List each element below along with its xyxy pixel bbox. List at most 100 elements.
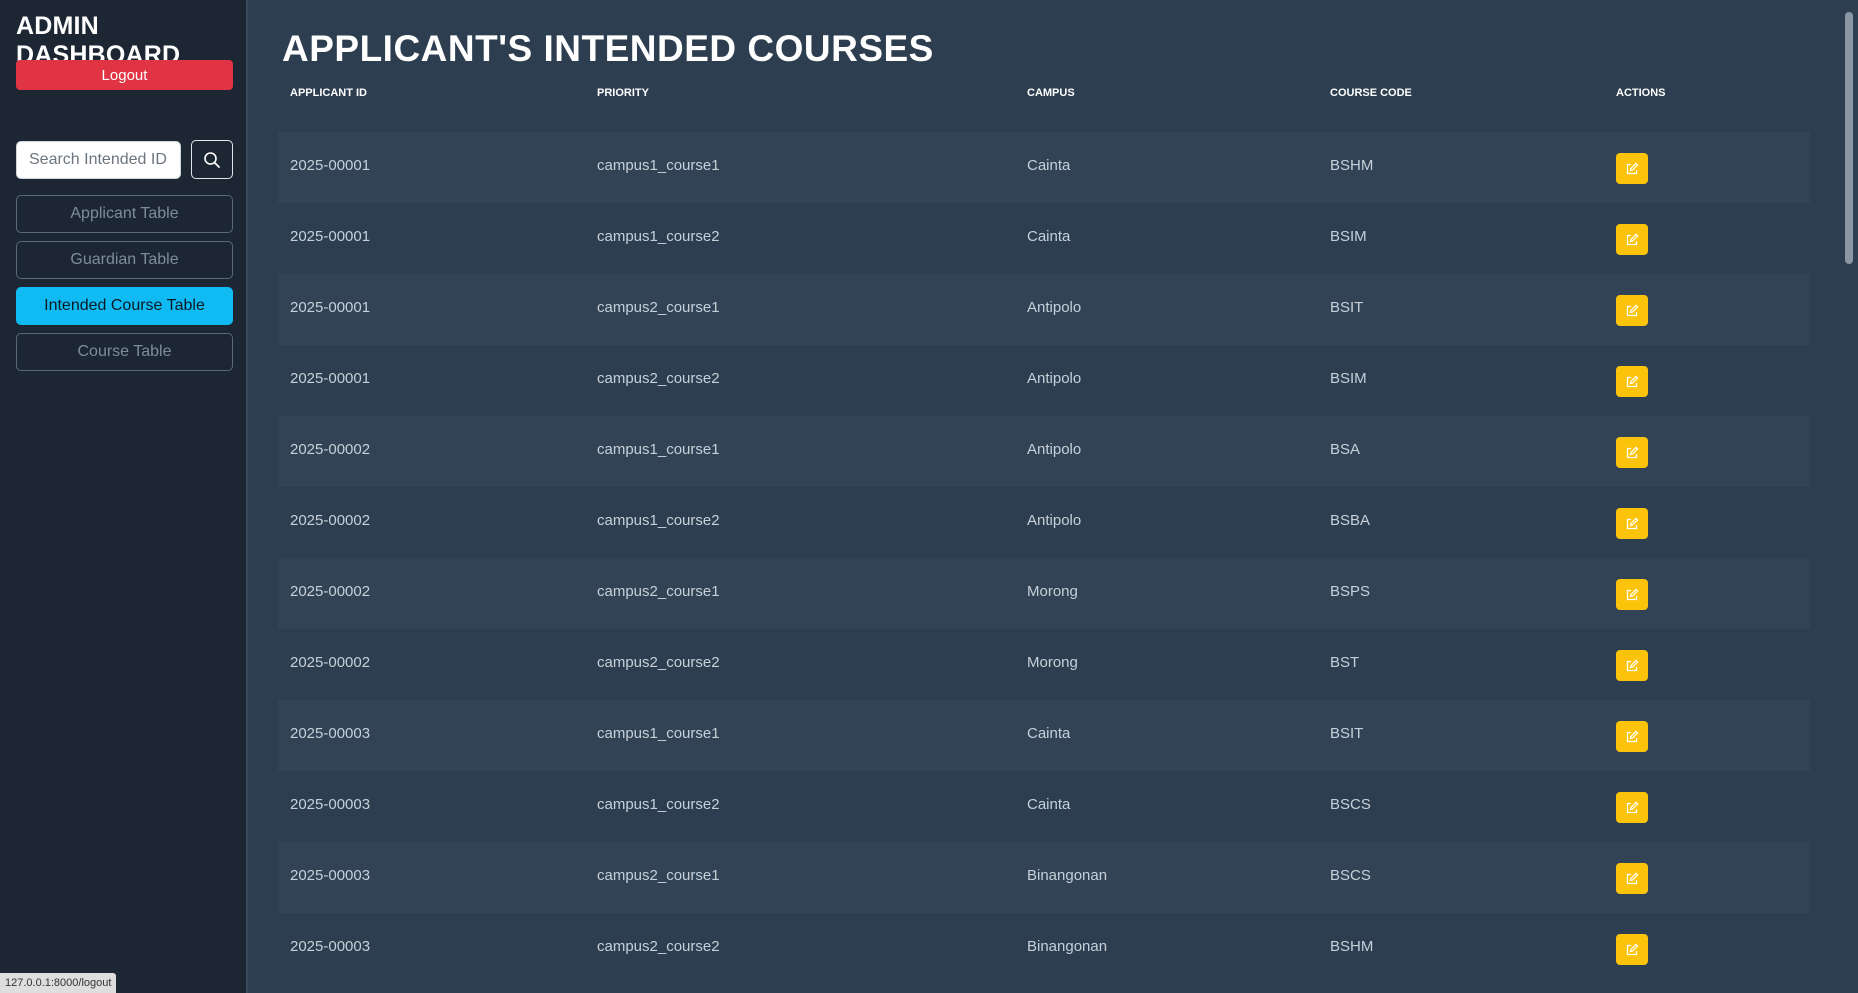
column-header-course-code: COURSE CODE [1330,87,1412,99]
course-code-cell: BSIT [1330,299,1364,316]
priority-cell: campus2_course1 [597,299,720,316]
applicant-id-cell: 2025-00003 [290,938,371,955]
edit-icon [1625,446,1639,460]
course-code-cell: BSPS [1330,583,1371,600]
table-row: 2025-00002 campus1_course1 Antipolo BSA [278,416,1810,487]
edit-icon [1625,233,1639,247]
edit-button[interactable] [1616,934,1648,965]
campus-cell: Binangonan [1027,938,1108,955]
applicant-id-cell: 2025-00003 [290,796,371,813]
priority-cell: campus1_course2 [597,512,720,529]
sidebar: ADMIN DASHBOARD Logout Applicant Table G… [0,0,248,993]
table-body: 2025-00001 campus1_course1 Cainta BSHM 2… [278,132,1810,984]
course-code-cell: BSCS [1330,796,1371,813]
edit-button[interactable] [1616,366,1648,397]
course-code-cell: BSCS [1330,867,1371,884]
applicant-id-cell: 2025-00001 [290,157,371,174]
table-row: 2025-00003 campus2_course1 Binangonan BS… [278,842,1810,913]
table-row: 2025-00002 campus2_course2 Morong BST [278,629,1810,700]
edit-button[interactable] [1616,650,1648,681]
edit-button[interactable] [1616,508,1648,539]
vertical-scrollbar[interactable] [1838,0,1858,993]
search-icon [203,151,221,169]
priority-cell: campus1_course1 [597,725,720,742]
main-content: APPLICANT'S INTENDED COURSES APPLICANT I… [248,0,1838,993]
nav-intended-course-table[interactable]: Intended Course Table [16,287,233,325]
course-code-cell: BSIT [1330,725,1364,742]
table-row: 2025-00001 campus1_course1 Cainta BSHM [278,132,1810,203]
campus-cell: Antipolo [1027,370,1082,387]
course-code-cell: BSBA [1330,512,1371,529]
edit-icon [1625,659,1639,673]
table-row: 2025-00003 campus1_course1 Cainta BSIT [278,700,1810,771]
edit-button[interactable] [1616,153,1648,184]
edit-icon [1625,801,1639,815]
column-header-priority: PRIORITY [597,87,649,99]
campus-cell: Morong [1027,583,1078,600]
course-code-cell: BSIM [1330,370,1367,387]
page-title: APPLICANT'S INTENDED COURSES [282,28,934,69]
applicant-id-cell: 2025-00002 [290,441,371,458]
search-input[interactable] [16,141,181,179]
campus-cell: Cainta [1027,157,1071,174]
edit-icon [1625,588,1639,602]
edit-icon [1625,375,1639,389]
course-code-cell: BSHM [1330,938,1374,955]
priority-cell: campus2_course2 [597,370,720,387]
table-row: 2025-00001 campus2_course1 Antipolo BSIT [278,274,1810,345]
priority-cell: campus1_course1 [597,441,720,458]
table-header: APPLICANT ID PRIORITY CAMPUS COURSE CODE… [278,84,1810,106]
nav-applicant-table[interactable]: Applicant Table [16,195,233,233]
table-row: 2025-00002 campus2_course1 Morong BSPS [278,558,1810,629]
applicant-id-cell: 2025-00003 [290,867,371,884]
course-code-cell: BST [1330,654,1360,671]
course-code-cell: BSHM [1330,157,1374,174]
edit-icon [1625,517,1639,531]
table-row: 2025-00003 campus1_course2 Cainta BSCS [278,771,1810,842]
priority-cell: campus1_course2 [597,796,720,813]
edit-icon [1625,943,1639,957]
course-code-cell: BSA [1330,441,1361,458]
column-header-applicant-id: APPLICANT ID [290,87,367,99]
logout-button[interactable]: Logout [16,60,233,90]
table-row: 2025-00001 campus2_course2 Antipolo BSIM [278,345,1810,416]
edit-button[interactable] [1616,863,1648,894]
edit-icon [1625,872,1639,886]
campus-cell: Antipolo [1027,441,1082,458]
table-row: 2025-00002 campus1_course2 Antipolo BSBA [278,487,1810,558]
edit-button[interactable] [1616,224,1648,255]
nav-course-table[interactable]: Course Table [16,333,233,371]
applicant-id-cell: 2025-00001 [290,228,371,245]
edit-button[interactable] [1616,721,1648,752]
campus-cell: Cainta [1027,228,1071,245]
applicant-id-cell: 2025-00001 [290,370,371,387]
course-code-cell: BSIM [1330,228,1367,245]
priority-cell: campus1_course1 [597,157,720,174]
campus-cell: Cainta [1027,796,1071,813]
campus-cell: Antipolo [1027,299,1082,316]
status-bar-url: 127.0.0.1:8000/logout [0,973,117,993]
applicant-id-cell: 2025-00002 [290,654,371,671]
campus-cell: Cainta [1027,725,1071,742]
nav-guardian-table[interactable]: Guardian Table [16,241,233,279]
campus-cell: Binangonan [1027,867,1108,884]
applicant-id-cell: 2025-00002 [290,512,371,529]
edit-button[interactable] [1616,437,1648,468]
scrollbar-thumb[interactable] [1845,12,1853,264]
column-header-campus: CAMPUS [1027,87,1075,99]
search-button[interactable] [191,140,233,179]
priority-cell: campus2_course2 [597,654,720,671]
edit-button[interactable] [1616,792,1648,823]
campus-cell: Antipolo [1027,512,1082,529]
table-row: 2025-00003 campus2_course2 Binangonan BS… [278,913,1810,984]
priority-cell: campus1_course2 [597,228,720,245]
edit-button[interactable] [1616,295,1648,326]
table-row: 2025-00001 campus1_course2 Cainta BSIM [278,203,1810,274]
edit-icon [1625,730,1639,744]
priority-cell: campus2_course1 [597,867,720,884]
edit-icon [1625,162,1639,176]
applicant-id-cell: 2025-00003 [290,725,371,742]
priority-cell: campus2_course2 [597,938,720,955]
applicant-id-cell: 2025-00001 [290,299,371,316]
edit-button[interactable] [1616,579,1648,610]
